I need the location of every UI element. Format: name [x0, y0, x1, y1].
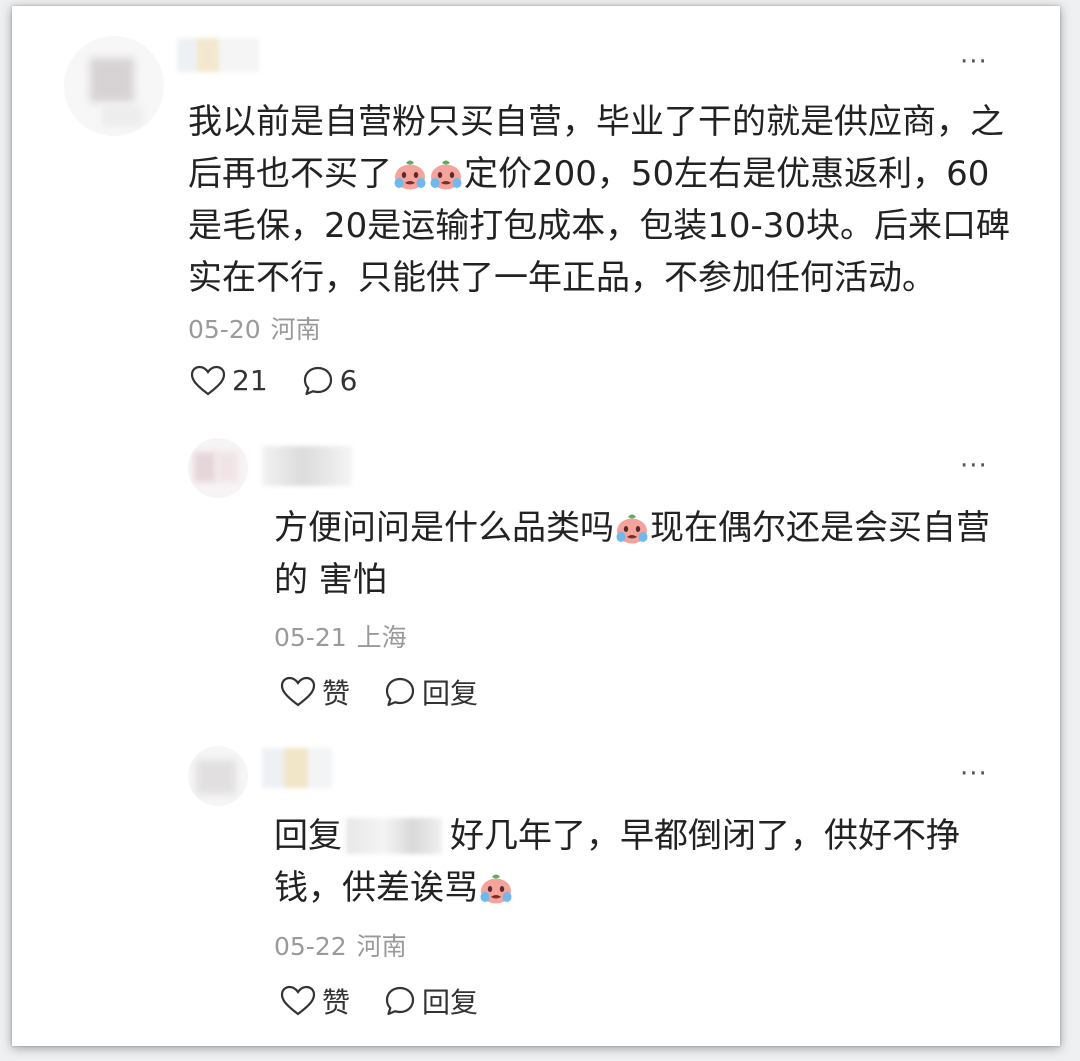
more-options-button[interactable]: ··· — [960, 761, 988, 787]
reply-button[interactable]: 回复 — [384, 981, 478, 1021]
comment-thread-card: ··· 我以前是自营粉只买自营，毕业了干的就是供应商，之后再也不买了 定价200，… — [12, 6, 1060, 1046]
reply-button[interactable]: 6 — [302, 364, 358, 397]
heart-icon — [280, 676, 316, 707]
comment-bubble-icon — [385, 677, 415, 707]
crying-emoji-icon — [393, 157, 427, 191]
like-label: 赞 — [322, 986, 351, 1019]
comment-meta: 05-20 河南 — [188, 310, 321, 346]
avatar[interactable] — [188, 746, 248, 806]
comment-text: 方便问问是什么品类吗 现在偶尔还是会买自营的 害怕 — [274, 508, 990, 600]
reply-button[interactable]: 回复 — [384, 672, 478, 712]
comment-actions: 21 6 — [190, 364, 357, 397]
more-options-button[interactable]: ··· — [960, 49, 988, 75]
crying-emoji-icon — [479, 871, 513, 905]
comment-bubble-icon — [385, 986, 415, 1016]
comment-date: 05-22 — [274, 932, 347, 961]
crying-emoji-icon — [615, 511, 649, 545]
comment-date: 05-21 — [274, 623, 347, 652]
username-blurred[interactable] — [177, 38, 267, 72]
comment-bubble-icon — [303, 366, 332, 395]
comment-meta: 05-21 上海 — [274, 618, 407, 654]
like-button[interactable]: 赞 — [280, 981, 350, 1021]
comment-text: 我以前是自营粉只买自营，毕业了干的就是供应商，之后再也不买了 定价200，50左右… — [188, 102, 1011, 298]
reply-label: 回复 — [422, 677, 479, 710]
like-count: 21 — [232, 364, 268, 397]
like-button[interactable]: 21 — [190, 364, 268, 397]
mentioned-user-blurred[interactable] — [346, 818, 442, 854]
comment-text: 回复 好几年了，早都倒闭了，供好不挣钱，供差诶骂 — [274, 816, 960, 908]
avatar[interactable] — [64, 36, 164, 136]
comment-date: 05-20 — [188, 315, 261, 344]
comment-actions: 赞 回复 — [280, 672, 478, 712]
comment-location: 河南 — [270, 315, 321, 344]
reply-label: 回复 — [422, 986, 479, 1019]
reply-count: 6 — [339, 364, 358, 397]
comment-meta: 05-22 河南 — [274, 927, 407, 963]
comment-location: 河南 — [356, 932, 407, 961]
like-label: 赞 — [322, 677, 351, 710]
like-button[interactable]: 赞 — [280, 672, 350, 712]
heart-icon — [280, 985, 316, 1016]
heart-icon — [190, 365, 226, 395]
comment-actions: 赞 回复 — [280, 981, 478, 1021]
crying-emoji-icon — [429, 157, 463, 191]
avatar[interactable] — [188, 438, 248, 498]
reply-prefix: 回复 — [274, 816, 342, 856]
username-blurred[interactable] — [262, 446, 352, 486]
username-blurred[interactable] — [262, 748, 332, 788]
more-options-button[interactable]: ··· — [960, 453, 988, 479]
comment-location: 上海 — [356, 623, 407, 652]
